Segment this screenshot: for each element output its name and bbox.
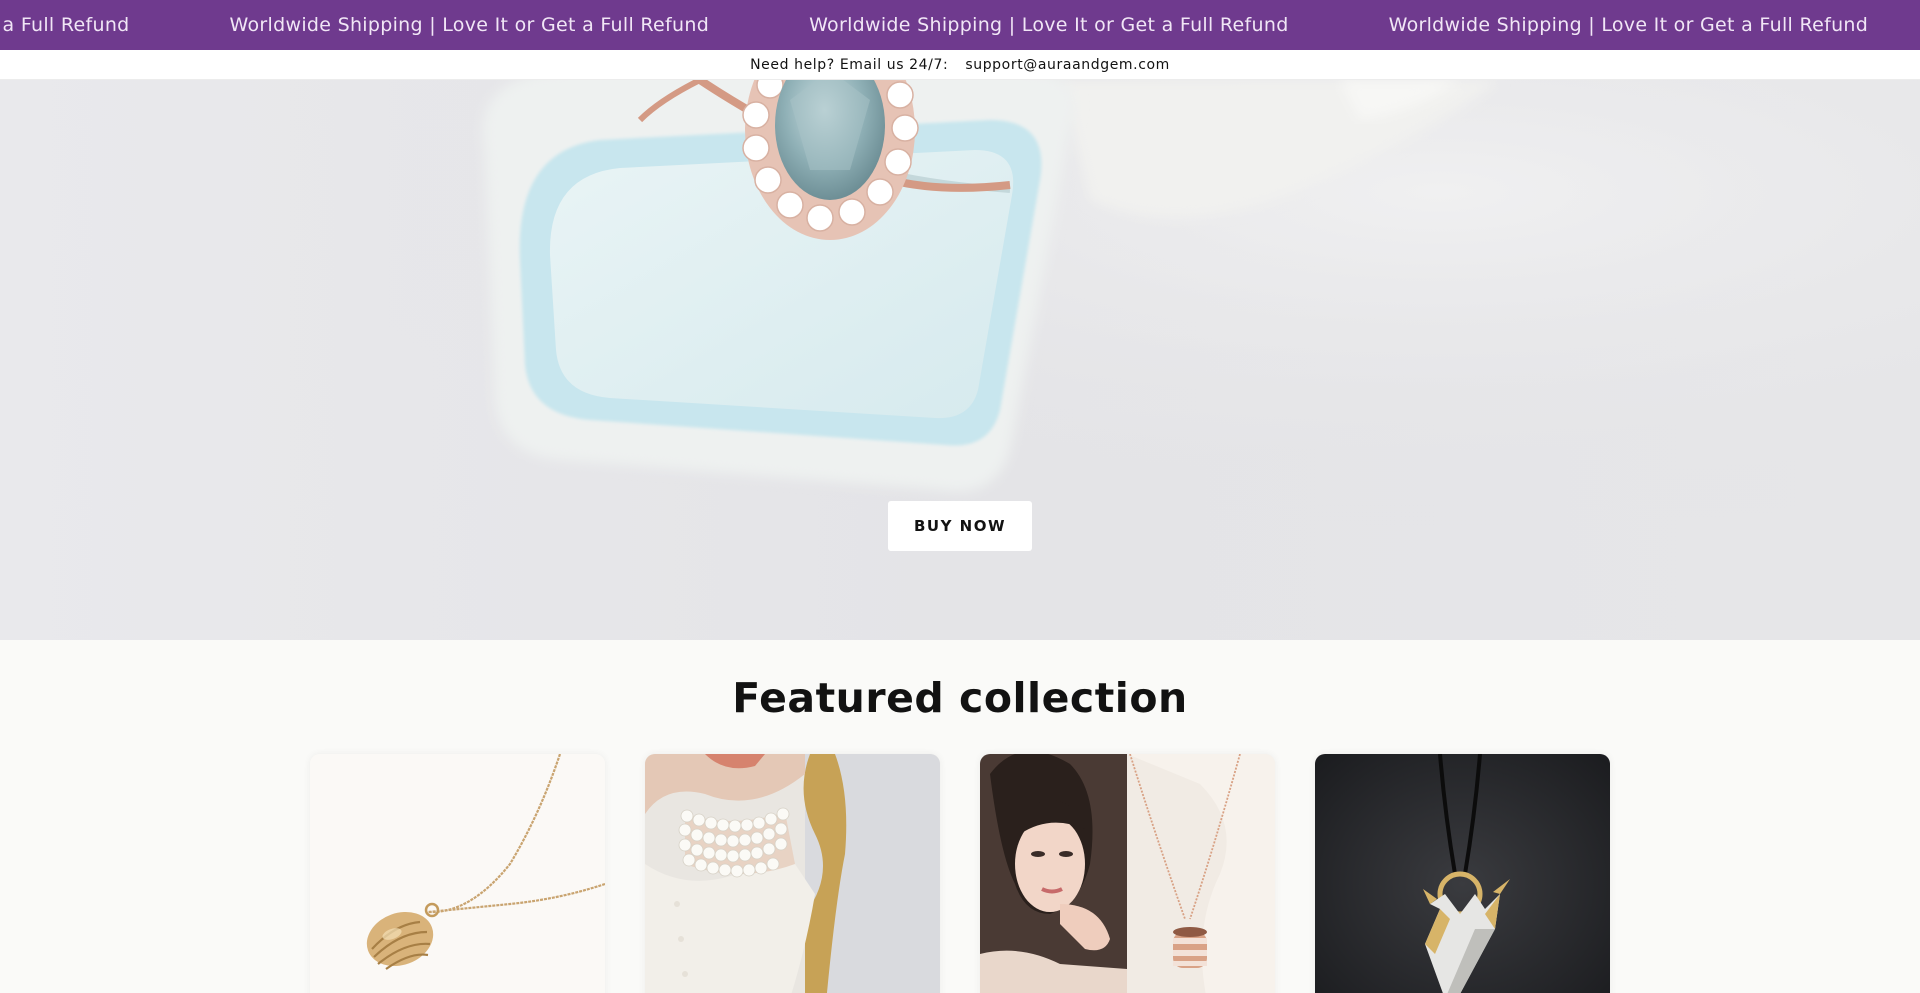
announcement-message: Worldwide Shipping | Love It or Get a Fu…	[0, 14, 130, 36]
announcement-bar: Worldwide Shipping | Love It or Get a Fu…	[0, 0, 1920, 50]
product-card[interactable]	[310, 754, 605, 993]
support-email-link[interactable]: support@auraandgem.com	[965, 57, 1170, 73]
hero-ring-box-image	[0, 80, 1920, 640]
help-bar: Need help? Email us 24/7: support@auraan…	[0, 50, 1920, 80]
product-image-geometric-pendant	[1315, 754, 1610, 993]
featured-collection: Featured collection	[0, 640, 1920, 993]
help-label: Need help? Email us 24/7:	[750, 56, 949, 73]
buy-now-button[interactable]: BUY NOW	[888, 501, 1032, 551]
product-card[interactable]	[645, 754, 940, 993]
product-grid	[310, 754, 1610, 993]
announcement-message: Worldwide Shipping | Love It or Get a Fu…	[809, 14, 1289, 36]
product-image-pearl-choker	[645, 754, 940, 993]
announcement-track: Worldwide Shipping | Love It or Get a Fu…	[0, 0, 1918, 50]
product-card[interactable]	[1315, 754, 1610, 993]
featured-collection-title: Featured collection	[732, 674, 1188, 722]
hero-banner: BUY NOW	[0, 80, 1920, 640]
product-image-rose-gold-pendant	[980, 754, 1275, 993]
announcement-message: Worldwide Shipping | Love It or Get a Fu…	[1388, 14, 1869, 36]
announcement-message: Worldwide Shipping | Love It or Get a Fu…	[229, 14, 710, 36]
product-card[interactable]	[980, 754, 1275, 993]
product-image-gold-shell-pendant	[310, 754, 605, 993]
